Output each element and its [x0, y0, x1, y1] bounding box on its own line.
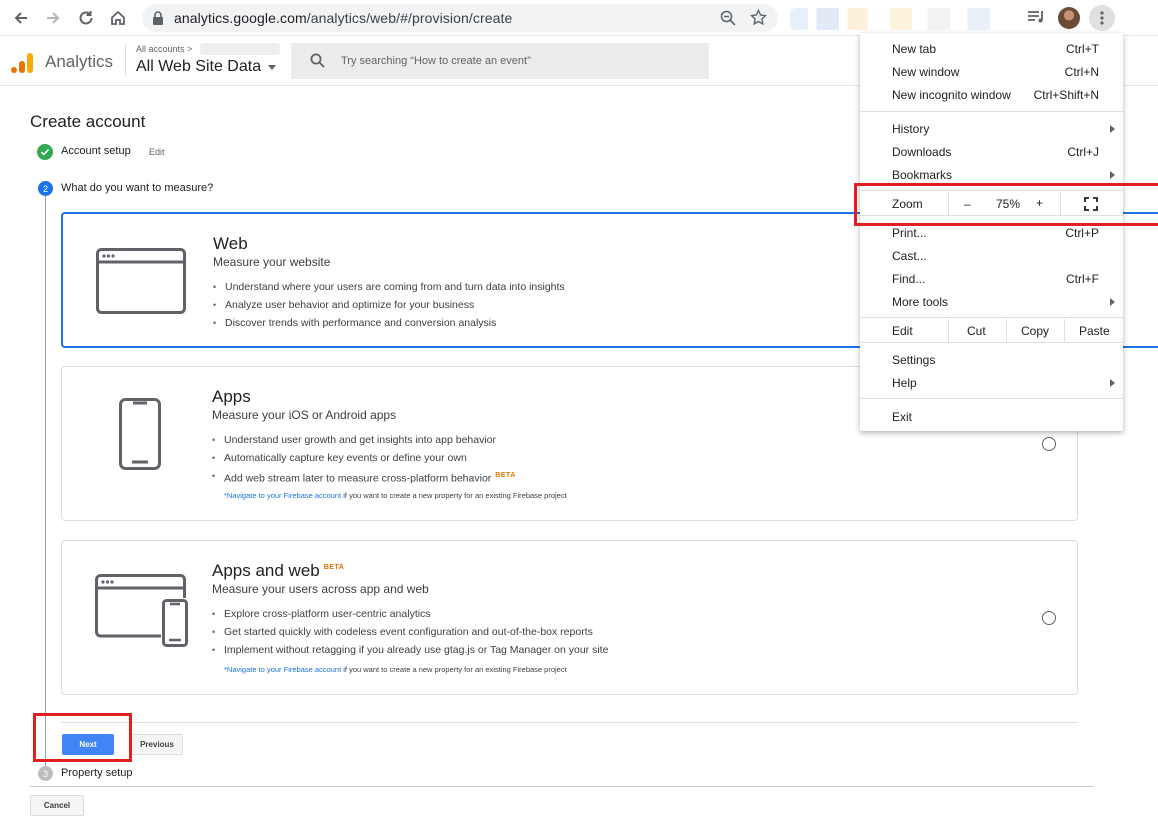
caret-down-icon[interactable] [268, 65, 276, 70]
menu-separator [860, 398, 1123, 399]
chrome-main-menu: New tab Ctrl+T New window Ctrl+N New incog… [860, 33, 1123, 431]
forward-arrow-icon [47, 12, 60, 24]
submenu-arrow-icon [1110, 125, 1115, 133]
firebase-link[interactable]: *Navigate to your Firebase account [224, 491, 341, 500]
menu-item-new-tab[interactable]: New tab Ctrl+T [860, 37, 1123, 60]
option-subtitle: Measure your iOS or Android apps [212, 408, 397, 422]
search-input[interactable] [341, 51, 701, 71]
media-queue-icon[interactable] [1026, 8, 1046, 26]
radio-apps[interactable] [1042, 437, 1056, 451]
search-icon [310, 53, 325, 68]
menu-separator [860, 342, 1123, 343]
bullet-item: Implement without retagging if you alrea… [212, 641, 608, 659]
bullet-item: Discover trends with performance and con… [213, 314, 565, 332]
header-divider [125, 45, 126, 75]
menu-item-exit[interactable]: Exit [860, 405, 1123, 428]
step-2-badge: 2 [38, 181, 53, 196]
beta-badge: BETA [323, 564, 345, 572]
option-card-apps-and-web[interactable]: Apps and web BETA Measure your users acro… [61, 540, 1078, 695]
option-title: Apps [212, 387, 251, 406]
step-account-setup-label: Account setup [61, 145, 131, 157]
app-name: Analytics [45, 52, 114, 71]
step-property-setup-label: Property setup [61, 767, 133, 779]
submenu-arrow-icon [1110, 379, 1115, 387]
step-edit-link[interactable]: Edit [149, 147, 165, 157]
menu-separator [860, 111, 1123, 112]
submenu-arrow-icon [1110, 298, 1115, 306]
forward-button[interactable] [41, 6, 65, 30]
bullet-item: Get started quickly with codeless event … [212, 623, 608, 641]
address-bar[interactable]: analytics.google.com/analytics/web/#/pro… [142, 4, 778, 32]
zoom-out-magnifier-icon[interactable] [720, 10, 736, 26]
bullet-item: Understand user growth and get insights … [212, 431, 516, 449]
bottom-divider [30, 786, 1093, 787]
menu-item-new-window[interactable]: New window Ctrl+N [860, 60, 1123, 83]
menu-item-new-incognito[interactable]: New incognito window Ctrl+Shift+N [860, 83, 1123, 106]
menu-item-edit: Edit Cut Copy Paste [860, 319, 1123, 342]
back-arrow-icon [14, 12, 27, 24]
menu-item-cast[interactable]: Cast... [860, 244, 1123, 267]
step-3-badge: 3 [38, 766, 53, 781]
web-and-phone-icon [95, 574, 188, 647]
home-icon [111, 10, 125, 25]
account-breadcrumb[interactable]: All accounts > [136, 44, 192, 54]
menu-item-find[interactable]: Find... Ctrl+F [860, 267, 1123, 290]
bullet-item: Explore cross-platform user-centric anal… [212, 605, 608, 623]
three-dots-vertical-icon [1100, 11, 1104, 25]
option-subtitle: Measure your users across app and web [212, 582, 429, 596]
radio-apps-and-web[interactable] [1042, 611, 1056, 625]
browser-toolbar: analytics.google.com/analytics/web/#/pro… [0, 0, 1158, 36]
bullet-item: Analyze user behavior and optimize for y… [213, 296, 565, 314]
menu-item-downloads[interactable]: Downloads Ctrl+J [860, 140, 1123, 163]
url-text: analytics.google.com/analytics/web/#/pro… [174, 10, 513, 26]
firebase-note: *Navigate to your Firebase account if yo… [224, 665, 567, 674]
page-title: Create account [30, 112, 146, 131]
edit-copy-button[interactable]: Copy [1021, 324, 1049, 338]
lock-icon [153, 11, 163, 25]
bullet-item: Automatically capture key events or defi… [212, 449, 516, 467]
reload-button[interactable] [74, 6, 98, 30]
firebase-link[interactable]: *Navigate to your Firebase account [224, 665, 341, 674]
stepper-line [45, 196, 46, 768]
zoom-highlight-box [854, 183, 1158, 226]
submenu-arrow-icon [1110, 171, 1115, 179]
step-complete-check-icon [37, 144, 53, 160]
edit-cut-button[interactable]: Cut [967, 324, 986, 338]
bookmark-star-icon[interactable] [750, 9, 767, 26]
option-title: Apps and web BETA [212, 561, 345, 580]
account-name-redacted [200, 43, 280, 55]
web-browser-icon [96, 248, 186, 314]
analytics-logo-icon [11, 53, 33, 73]
menu-item-settings[interactable]: Settings [860, 348, 1123, 371]
beta-badge: BETA [495, 472, 516, 479]
bullet-item: Understand where your users are coming f… [213, 278, 565, 296]
home-button[interactable] [106, 6, 130, 30]
reload-icon [79, 11, 93, 25]
previous-button[interactable]: Previous [131, 734, 183, 755]
option-title: Web [213, 234, 248, 253]
edit-paste-button[interactable]: Paste [1079, 324, 1110, 338]
menu-item-more-tools[interactable]: More tools [860, 290, 1123, 313]
analytics-search-box[interactable] [291, 43, 709, 79]
view-selector[interactable]: All Web Site Data [136, 58, 261, 76]
actions-divider [61, 722, 1078, 723]
option-subtitle: Measure your website [213, 255, 331, 269]
option-bullets: Explore cross-platform user-centric anal… [212, 605, 608, 659]
menu-item-history[interactable]: History [860, 117, 1123, 140]
option-bullets: Understand where your users are coming f… [213, 278, 565, 332]
option-bullets: Understand user growth and get insights … [212, 431, 516, 485]
chrome-menu-button[interactable] [1089, 5, 1115, 31]
extension-icons[interactable] [790, 8, 1012, 30]
next-highlight-box [33, 713, 132, 762]
mobile-phone-icon [119, 398, 161, 470]
profile-avatar[interactable] [1058, 7, 1080, 29]
cancel-button[interactable]: Cancel [30, 795, 84, 816]
back-button[interactable] [9, 6, 33, 30]
step-measure-label: What do you want to measure? [61, 182, 214, 194]
menu-separator [860, 317, 1123, 318]
firebase-note: *Navigate to your Firebase account if yo… [224, 491, 567, 500]
menu-item-help[interactable]: Help [860, 371, 1123, 394]
bullet-item: Add web stream later to measure cross-pl… [212, 467, 516, 485]
